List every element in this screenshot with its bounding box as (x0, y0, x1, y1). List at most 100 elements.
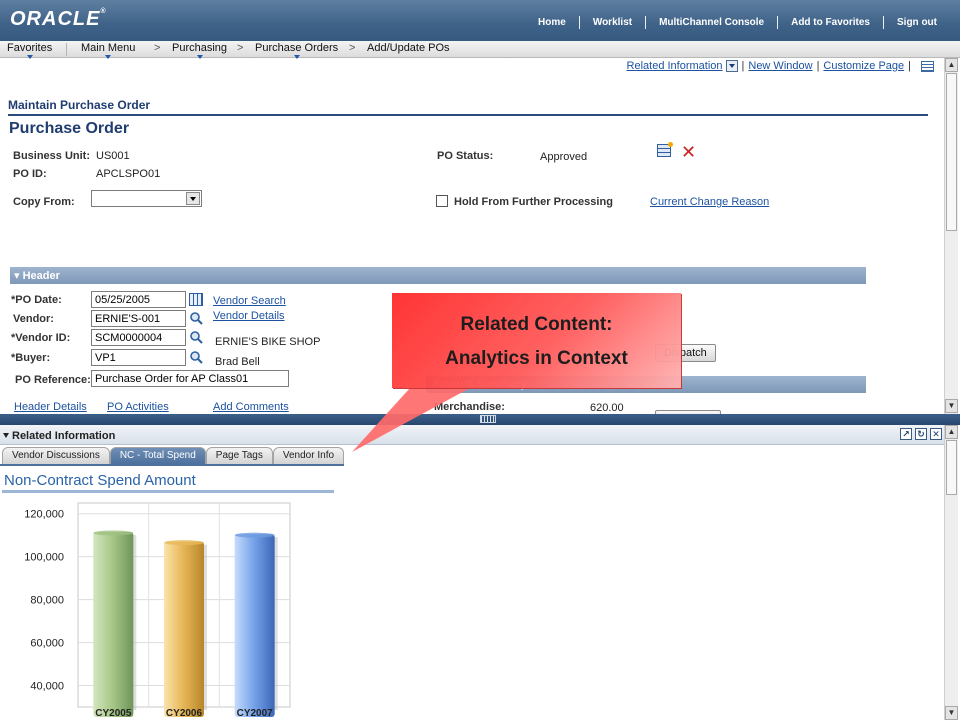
current-change-reason-link[interactable]: Current Change Reason (650, 196, 769, 208)
vendor-id-input[interactable] (91, 329, 186, 346)
po-activities-link[interactable]: PO Activities (107, 401, 169, 413)
callout-heading: Related Content: (460, 314, 613, 335)
worklist-link[interactable]: Worklist (580, 17, 645, 28)
header-section-bar[interactable]: ▾ Header (10, 267, 866, 284)
po-reference-input[interactable] (91, 370, 289, 387)
scroll-down-icon[interactable]: ▼ (945, 399, 958, 413)
hold-label: Hold From Further Processing (454, 196, 613, 208)
top-banner: ORACLE® Home Worklist MultiChannel Conso… (0, 0, 960, 41)
search-icon[interactable] (189, 350, 203, 364)
customize-page-link[interactable]: Customize Page (823, 60, 904, 72)
new-window-link[interactable]: New Window (748, 60, 812, 72)
copy-from-select[interactable] (91, 190, 202, 207)
y-tick-label: 80,000 (30, 595, 64, 607)
related-information-title: Related Information (12, 430, 116, 442)
grid-icon[interactable] (921, 60, 934, 72)
page-title: Purchase Order (9, 120, 130, 137)
chart-title: Non-Contract Spend Amount (4, 472, 196, 489)
spend-chart: 40,000 60,000 80,000 100,000 120,000 CY2005 CY… (24, 502, 291, 719)
add-row-icon[interactable] (657, 142, 673, 157)
refresh-icon[interactable]: ↻ (915, 428, 927, 440)
vendor-input[interactable] (91, 310, 186, 327)
menu-bar: Favorites Main Menu > Purchasing > Purch… (0, 41, 960, 59)
po-id-label: PO ID: (13, 168, 47, 180)
pane-splitter[interactable] (0, 414, 960, 425)
scroll-thumb[interactable] (946, 73, 957, 231)
callout-box: Related Content: Analytics in Context (392, 293, 681, 388)
bar-cy2006 (164, 541, 204, 717)
dropdown-arrow-icon[interactable] (725, 60, 738, 72)
vendor-name: ERNIE'S BIKE SHOP (215, 336, 321, 348)
y-tick-label: 60,000 (30, 638, 64, 650)
breadcrumb-arrow-icon: > (237, 42, 244, 54)
header-details-link[interactable]: Header Details (14, 401, 87, 413)
tab-vendor-info[interactable]: Vendor Info (272, 447, 345, 464)
bar-cap (93, 530, 134, 536)
menu-divider (66, 43, 67, 56)
y-tick-label: 120,000 (24, 509, 64, 521)
callout-subheading: Analytics in Context (445, 348, 628, 369)
lower-scrollbar[interactable]: ▲ ▼ (944, 425, 958, 720)
vendor-label: Vendor: (13, 313, 54, 325)
po-date-input[interactable] (91, 291, 186, 308)
nav-divider (645, 16, 647, 29)
related-tabs: Vendor Discussions NC - Total Spend Page… (2, 447, 345, 464)
hold-checkbox[interactable] (436, 195, 448, 207)
merchandise-label: Merchandise: (434, 401, 505, 413)
business-unit-value: US001 (96, 150, 130, 162)
main-menu[interactable]: Main Menu (81, 42, 135, 59)
sign-out-link[interactable]: Sign out (884, 17, 950, 28)
oracle-logo: ORACLE® (10, 8, 107, 30)
tab-page-tags[interactable]: Page Tags (205, 447, 273, 464)
splitter-grip-icon[interactable] (480, 415, 496, 423)
add-comments-link[interactable]: Add Comments (213, 401, 289, 413)
tab-underline (0, 464, 344, 466)
breadcrumb-arrow-icon: > (349, 42, 356, 54)
breadcrumb-purchasing[interactable]: Purchasing (172, 42, 227, 59)
search-icon[interactable] (189, 311, 203, 325)
merchandise-value: 620.00 (590, 402, 624, 414)
calendar-icon[interactable] (189, 293, 203, 306)
po-id-value: APCLSPO01 (96, 168, 161, 180)
scroll-down-icon[interactable]: ▼ (945, 706, 958, 720)
buyer-input[interactable] (91, 349, 186, 366)
close-icon[interactable]: ✕ (930, 428, 942, 440)
x-tick-label: CY2007 (237, 708, 274, 719)
scroll-up-icon[interactable]: ▲ (945, 58, 958, 72)
vendor-search-link[interactable]: Vendor Search (213, 295, 286, 307)
delete-icon[interactable]: ✕ (681, 142, 696, 163)
favorites-menu[interactable]: Favorites (7, 42, 52, 59)
business-unit-label: Business Unit: (13, 150, 91, 162)
scroll-up-icon[interactable]: ▲ (945, 425, 958, 439)
tab-nc-total-spend[interactable]: NC - Total Spend (109, 447, 206, 464)
buyer-name: Brad Bell (215, 356, 260, 368)
po-date-label: *PO Date: (11, 294, 62, 306)
section-title: Maintain Purchase Order (8, 98, 151, 112)
po-reference-label: PO Reference: (15, 374, 91, 386)
chart-title-divider (2, 490, 334, 493)
nav-divider (578, 16, 580, 29)
related-information-link[interactable]: Related Information (627, 60, 723, 72)
upper-scrollbar[interactable]: ▲ ▼ (944, 58, 958, 414)
add-to-favorites-link[interactable]: Add to Favorites (778, 17, 883, 28)
nav-divider (883, 16, 884, 29)
related-information-bar: Related Information ↗ ↻ ✕ (0, 425, 944, 445)
collapse-icon[interactable] (3, 433, 9, 438)
breadcrumb-purchase-orders[interactable]: Purchase Orders (255, 42, 338, 59)
tab-vendor-discussions[interactable]: Vendor Discussions (2, 447, 110, 464)
chevron-down-icon[interactable] (186, 192, 200, 205)
x-tick-label: CY2006 (166, 708, 203, 719)
search-icon[interactable] (189, 330, 203, 344)
bar-cy2007 (234, 534, 275, 717)
multichannel-console-link[interactable]: MultiChannel Console (646, 17, 777, 28)
y-tick-label: 100,000 (24, 552, 64, 564)
y-tick-label: 40,000 (30, 681, 64, 693)
scroll-thumb[interactable] (946, 440, 957, 495)
po-status-value: Approved (540, 151, 588, 163)
vendor-id-label: *Vendor ID: (11, 332, 71, 344)
vendor-details-link[interactable]: Vendor Details (213, 310, 285, 322)
home-link[interactable]: Home (525, 17, 579, 28)
breadcrumb-add-update-pos[interactable]: Add/Update POs (367, 42, 450, 54)
popout-icon[interactable]: ↗ (900, 428, 912, 440)
bar-cap (164, 540, 204, 546)
